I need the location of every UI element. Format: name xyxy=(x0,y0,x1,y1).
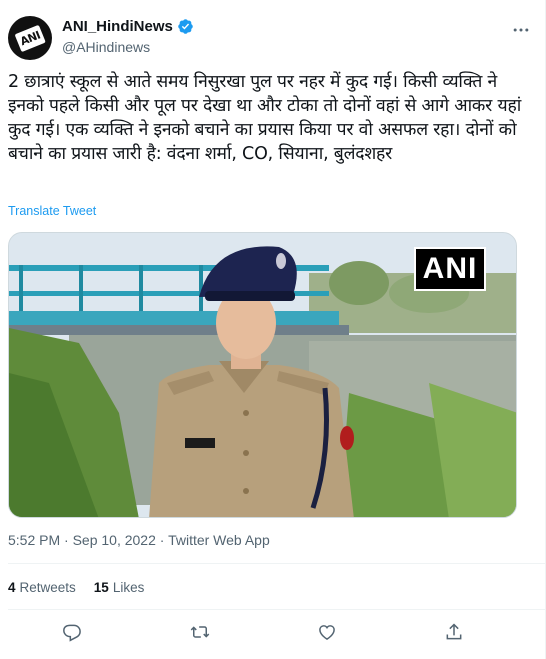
tweet-timestamp[interactable]: 5:52 PM · Sep 10, 2022 · Twitter Web App xyxy=(8,532,270,548)
verified-badge-icon xyxy=(178,19,193,34)
divider xyxy=(8,563,545,564)
share-button[interactable] xyxy=(444,622,468,646)
tweet-stats: 4 Retweets 15 Likes xyxy=(8,580,144,595)
reply-button[interactable] xyxy=(62,622,86,646)
tweet-media-image[interactable]: ANI xyxy=(8,232,517,518)
author-name-row: ANI_HindiNews xyxy=(62,18,194,35)
retweets-stat[interactable]: 4 Retweets xyxy=(8,580,76,595)
reply-icon xyxy=(63,624,81,642)
tweet-text: 2 छात्राएं स्कूल से आते समय निसुरखा पुल … xyxy=(8,72,522,164)
retweet-icon xyxy=(190,626,210,638)
translate-tweet-link[interactable]: Translate Tweet xyxy=(8,204,96,218)
ani-watermark: ANI xyxy=(414,247,486,291)
divider xyxy=(8,609,545,610)
more-icon[interactable] xyxy=(511,20,531,40)
display-name[interactable]: ANI_HindiNews xyxy=(62,18,173,35)
heart-icon xyxy=(319,625,335,640)
user-handle[interactable]: @AHindinews xyxy=(62,39,150,55)
share-icon xyxy=(446,623,462,640)
like-button[interactable] xyxy=(317,622,341,646)
avatar[interactable]: ANI xyxy=(8,16,52,60)
ani-logo-icon: ANI xyxy=(10,18,49,57)
tweet-actions xyxy=(0,620,546,648)
retweets-label: Retweets xyxy=(19,580,76,595)
retweet-button[interactable] xyxy=(190,622,214,646)
tweet-card: ANI ANI_HindiNews @AHindinews 2 छात्राएं… xyxy=(0,0,546,659)
retweets-count: 4 xyxy=(8,580,16,595)
likes-stat[interactable]: 15 Likes xyxy=(94,580,145,595)
likes-count: 15 xyxy=(93,580,109,595)
likes-label: Likes xyxy=(112,580,145,595)
